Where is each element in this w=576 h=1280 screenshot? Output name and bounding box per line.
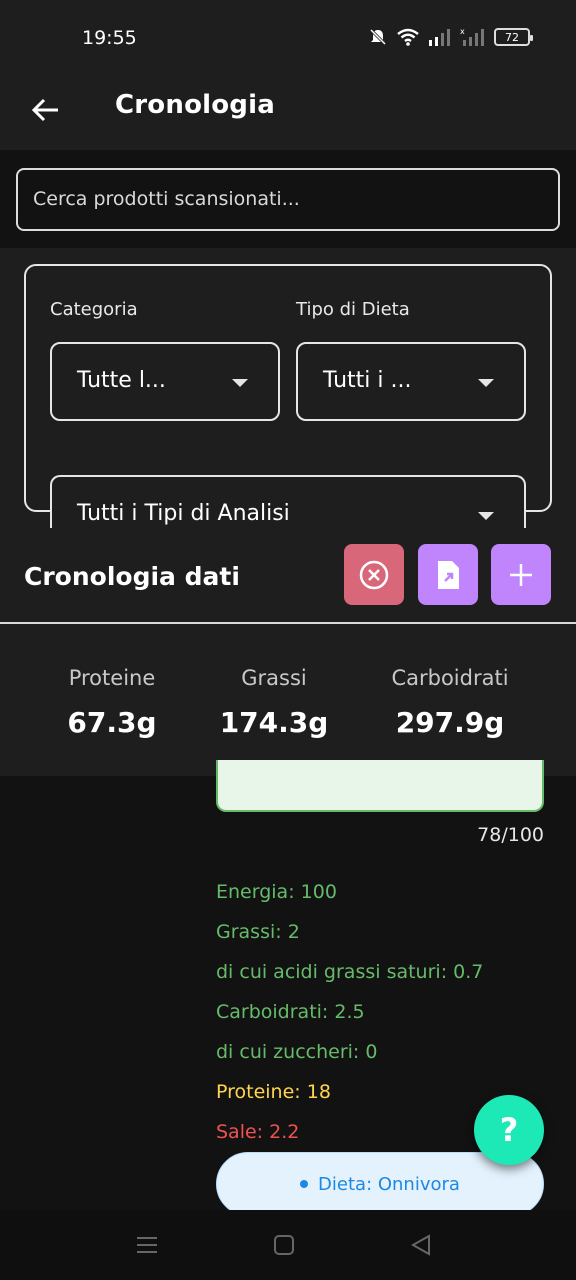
- close-circle-icon: [359, 560, 389, 589]
- nutrient-protein: Proteine: 18: [216, 1081, 331, 1103]
- back-nav-icon[interactable]: [410, 1234, 432, 1256]
- category-label: Categoria: [50, 299, 138, 320]
- nutrient-saturated-fat: di cui acidi grassi saturi: 0.7: [216, 961, 484, 983]
- app-bar: Cronologia: [0, 78, 576, 150]
- product-card-partial[interactable]: [216, 760, 544, 812]
- export-file-icon: [438, 560, 459, 589]
- add-button[interactable]: [491, 544, 551, 605]
- filter-section: Categoria Tipo di Dieta Tutte l... Tutti…: [0, 248, 576, 554]
- history-summary: Cronologia dati Proteine 67.3g Grassi 17…: [0, 528, 576, 776]
- protein-stat-label: Proteine: [68, 666, 156, 690]
- analysis-type-dropdown-value: Tutti i Tipi di Analisi: [77, 501, 290, 526]
- diet-chip-label: Dieta: Onnivora: [318, 1173, 460, 1195]
- nutrient-sugars: di cui zuccheri: 0: [216, 1041, 378, 1063]
- system-nav-bar: [0, 1210, 576, 1280]
- diet-type-dropdown-value: Tutti i ...: [323, 368, 412, 393]
- fat-stat-value: 174.3g: [219, 706, 329, 739]
- product-score: 78/100: [477, 824, 544, 846]
- divider: [0, 622, 576, 624]
- status-time: 19:55: [82, 27, 137, 49]
- section-title: Cronologia dati: [24, 562, 240, 591]
- home-icon[interactable]: [273, 1234, 295, 1256]
- chevron-down-icon: [232, 379, 248, 387]
- clear-history-button[interactable]: [344, 544, 404, 605]
- protein-stat-value: 67.3g: [67, 706, 157, 739]
- signal-2-icon: x: [460, 28, 484, 46]
- nutrient-energy: Energia: 100: [216, 881, 337, 903]
- fat-stat-label: Grassi: [241, 666, 307, 690]
- export-button[interactable]: [418, 544, 478, 605]
- page-title: Cronologia: [115, 90, 275, 120]
- svg-text:x: x: [460, 28, 465, 36]
- category-dropdown[interactable]: Tutte l...: [50, 342, 280, 421]
- carbs-stat-value: 297.9g: [395, 706, 505, 739]
- wifi-icon: [397, 28, 419, 46]
- chevron-down-icon: [478, 512, 494, 520]
- status-icons: x 72: [368, 27, 533, 47]
- diet-type-dropdown[interactable]: Tutti i ...: [296, 342, 526, 421]
- nutrient-salt: Sale: 2.2: [216, 1121, 300, 1143]
- diet-type-label: Tipo di Dieta: [296, 299, 410, 320]
- recent-apps-icon[interactable]: [136, 1234, 158, 1256]
- status-bar: 19:55 x 72: [0, 0, 576, 78]
- chevron-down-icon: [478, 379, 494, 387]
- category-dropdown-value: Tutte l...: [77, 368, 166, 393]
- carbs-stat-label: Carboidrati: [391, 666, 509, 690]
- search-section: Cerca prodotti scansionati...: [0, 150, 576, 248]
- back-arrow-icon[interactable]: [30, 94, 62, 126]
- dot-icon: [300, 1180, 309, 1188]
- nutrient-carbs: Carboidrati: 2.5: [216, 1001, 365, 1023]
- help-fab[interactable]: ?: [474, 1095, 544, 1165]
- plus-icon: [510, 563, 532, 586]
- mute-icon: [369, 28, 387, 46]
- signal-icon: [429, 29, 450, 46]
- search-input[interactable]: Cerca prodotti scansionati...: [16, 168, 560, 231]
- nutrient-fat: Grassi: 2: [216, 921, 300, 943]
- battery-icon: 72: [494, 28, 533, 46]
